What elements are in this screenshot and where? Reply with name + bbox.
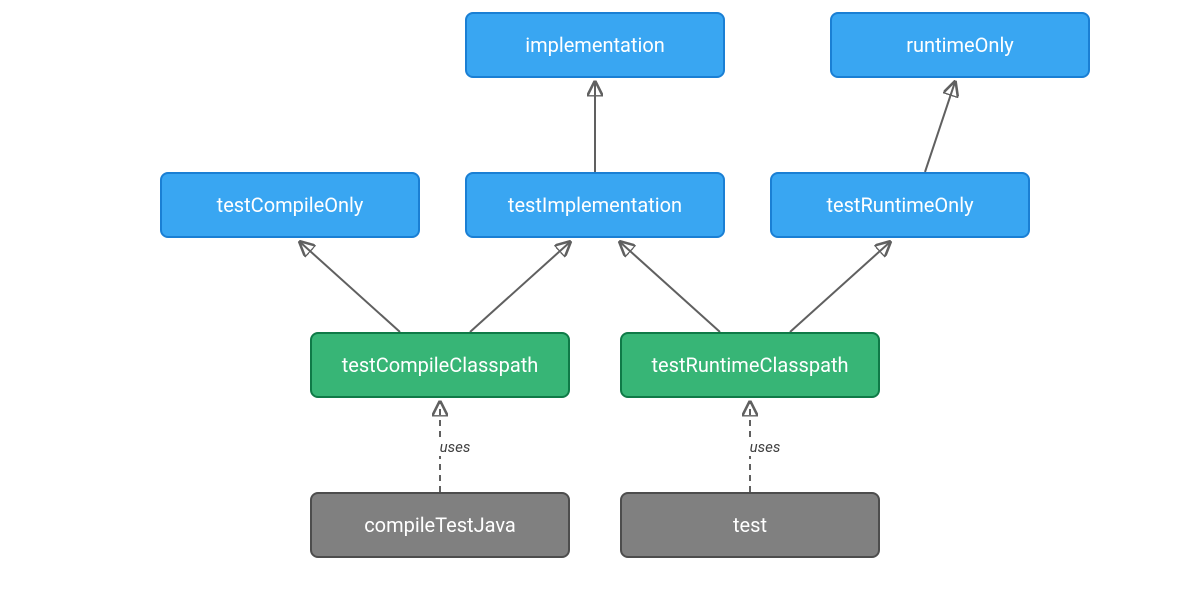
edge-testRuntimeClasspath-testRuntimeOnly (790, 242, 890, 332)
node-label: testImplementation (508, 193, 682, 217)
node-testCompileOnly: testCompileOnly (160, 172, 420, 238)
node-testRuntimeClasspath: testRuntimeClasspath (620, 332, 880, 398)
node-label: testCompileOnly (217, 193, 364, 217)
node-label: testRuntimeOnly (826, 193, 973, 217)
node-compileTestJava: compileTestJava (310, 492, 570, 558)
node-label: testCompileClasspath (342, 353, 539, 377)
node-label: runtimeOnly (906, 33, 1014, 57)
node-label: implementation (525, 33, 665, 57)
node-implementation: implementation (465, 12, 725, 78)
node-testCompileClasspath: testCompileClasspath (310, 332, 570, 398)
node-runtimeOnly: runtimeOnly (830, 12, 1090, 78)
edge-testCompileClasspath-testCompileOnly (300, 242, 400, 332)
node-label: compileTestJava (364, 513, 516, 537)
edge-testRuntimeOnly-runtimeOnly (925, 82, 955, 172)
edge-testCompileClasspath-testImplementation (470, 242, 570, 332)
edges-layer (0, 0, 1200, 604)
diagram-stage: implementation runtimeOnly testCompileOn… (0, 0, 1200, 604)
edge-label-uses: uses (746, 438, 785, 456)
node-test: test (620, 492, 880, 558)
node-testRuntimeOnly: testRuntimeOnly (770, 172, 1030, 238)
node-label: testRuntimeClasspath (651, 353, 848, 377)
edge-label-uses: uses (436, 438, 475, 456)
edge-testRuntimeClasspath-testImplementation (620, 242, 720, 332)
node-testImplementation: testImplementation (465, 172, 725, 238)
node-label: test (733, 513, 767, 537)
